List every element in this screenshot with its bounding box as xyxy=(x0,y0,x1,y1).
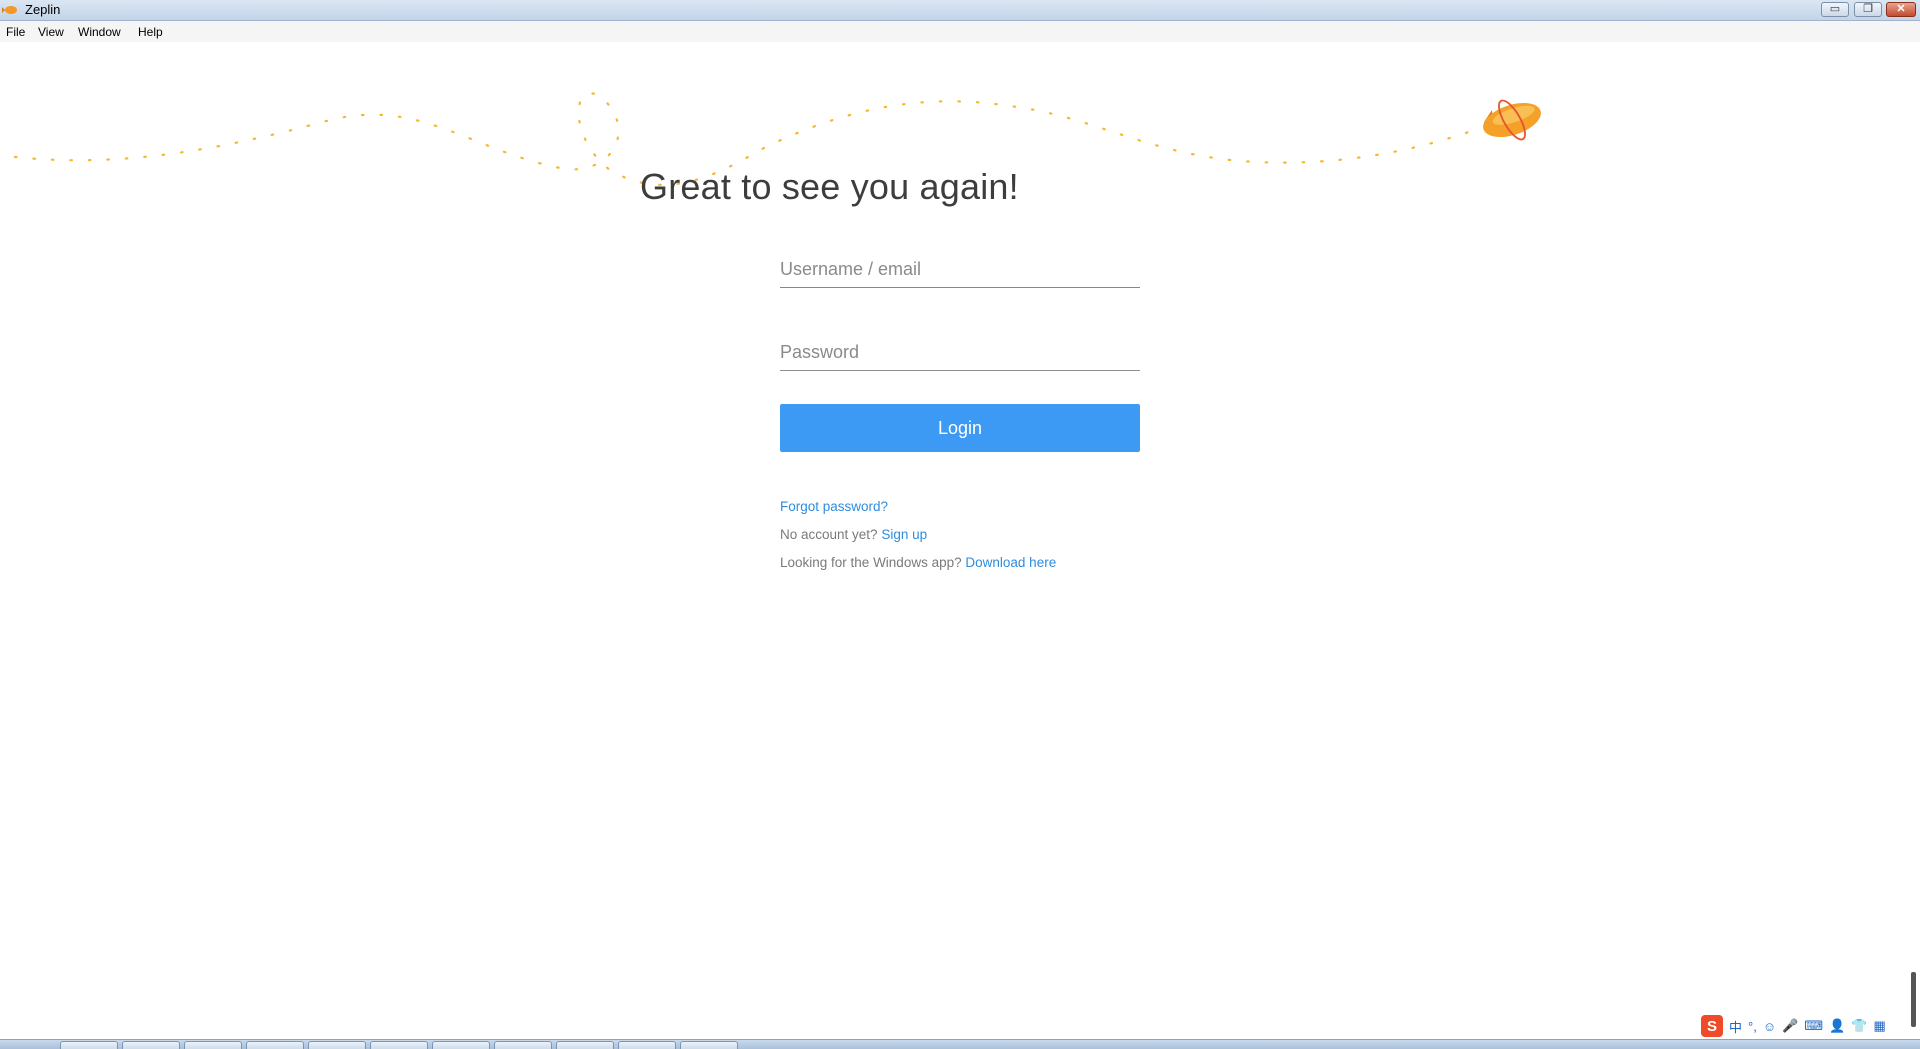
signup-link[interactable]: Sign up xyxy=(881,527,927,542)
window-title: Zeplin xyxy=(25,2,61,17)
download-row: Looking for the Windows app? Download he… xyxy=(780,555,1056,570)
restore-button[interactable]: ❐ xyxy=(1854,2,1882,17)
emoji-icon[interactable]: ☺ xyxy=(1763,1019,1776,1034)
skin-icon[interactable]: 👕 xyxy=(1851,1018,1867,1034)
windows-app-text: Looking for the Windows app? xyxy=(780,555,962,570)
username-email-input[interactable] xyxy=(780,252,1140,288)
login-button[interactable]: Login xyxy=(780,404,1140,452)
zeppelin-icon xyxy=(1483,99,1541,141)
forgot-password-link[interactable]: Forgot password? xyxy=(780,499,888,514)
no-account-text: No account yet? xyxy=(780,527,878,542)
title-bar: Zeplin ▭ ❐ ✕ xyxy=(0,0,1920,21)
sogou-ime-icon[interactable]: S xyxy=(1701,1015,1723,1037)
ime-mode-chinese[interactable]: 中 xyxy=(1729,1017,1742,1036)
microphone-icon[interactable]: 🎤 xyxy=(1782,1018,1798,1034)
forgot-password-row: Forgot password? xyxy=(780,499,888,514)
keyboard-icon[interactable]: ⌨ xyxy=(1804,1018,1823,1034)
user-icon[interactable]: 👤 xyxy=(1829,1018,1845,1034)
toolbox-icon[interactable]: ▦ xyxy=(1873,1018,1885,1034)
menu-view[interactable]: View xyxy=(38,25,64,39)
ime-punctuation[interactable]: °, xyxy=(1748,1019,1757,1034)
menu-file[interactable]: File xyxy=(6,25,25,39)
signup-row: No account yet? Sign up xyxy=(780,527,927,542)
ime-toolbar: S 中 °, ☺ 🎤 ⌨ 👤 👕 ▦ xyxy=(1701,1014,1886,1038)
menu-bar: File View Window Help xyxy=(0,21,1920,42)
page-title: Great to see you again! xyxy=(640,166,1019,207)
menu-help[interactable]: Help xyxy=(138,25,163,39)
scrollbar-thumb[interactable] xyxy=(1911,972,1916,1027)
password-input[interactable] xyxy=(780,335,1140,371)
minimize-button[interactable]: ▭ xyxy=(1821,2,1849,17)
zeplin-app-icon xyxy=(2,6,17,14)
download-link[interactable]: Download here xyxy=(965,555,1056,570)
close-button[interactable]: ✕ xyxy=(1886,2,1916,17)
menu-window[interactable]: Window xyxy=(78,25,121,39)
